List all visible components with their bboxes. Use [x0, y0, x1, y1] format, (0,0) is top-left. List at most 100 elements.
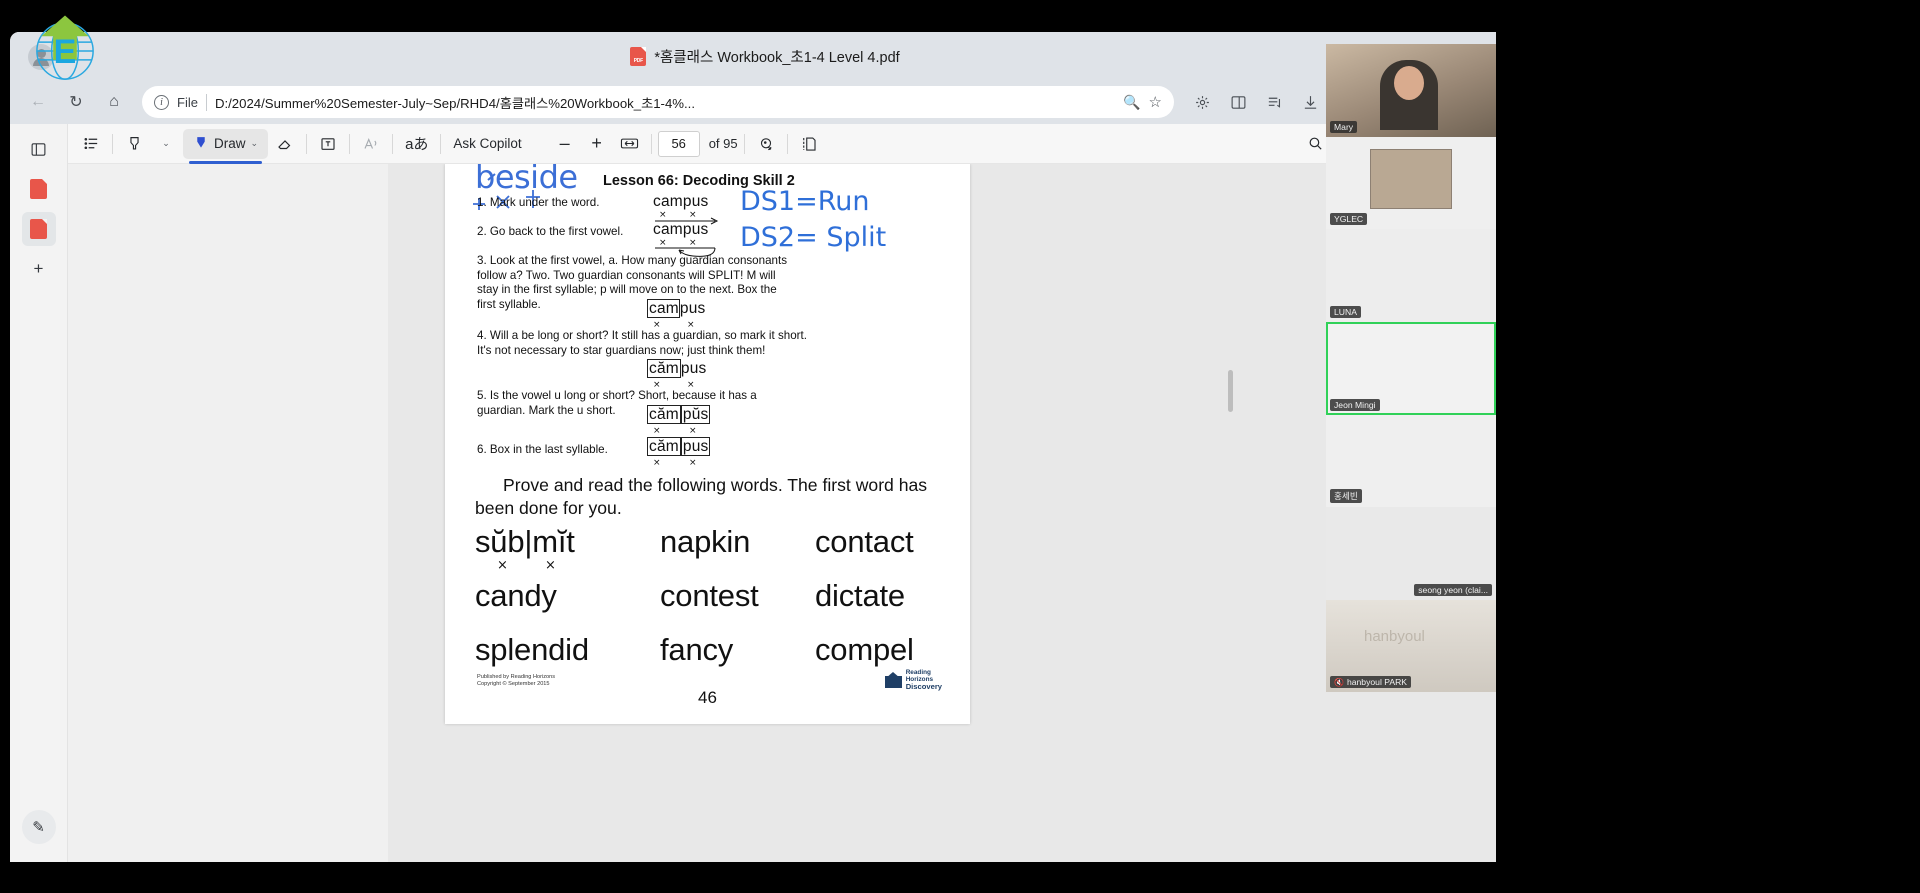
step-3-word-rest: pus	[679, 300, 706, 317]
pdf-thumb-icon-1	[30, 179, 47, 199]
video-tile-jeon-mingi[interactable]: Jeon Mingi	[1326, 322, 1496, 415]
zoom-icon[interactable]: 🔍	[1123, 94, 1140, 111]
step-3-num: 3.	[477, 254, 487, 267]
screen-root: *홈클래스 Workbook_초1-4 Level 4.pdf – ❐ ✕ ← …	[0, 0, 1920, 893]
zoom-out-button[interactable]: –	[550, 129, 580, 159]
eraser-icon[interactable]	[270, 129, 300, 159]
word-grid-row-3: splendid fancy compel	[475, 632, 945, 668]
word-cell-contact: contact	[815, 524, 914, 560]
word-cell-contest: contest	[660, 578, 815, 614]
pdf-file-icon	[630, 46, 647, 66]
browser-essentials-icon[interactable]	[1186, 86, 1218, 118]
toggle-sidebar-icon[interactable]	[22, 132, 56, 166]
toolbar-divider-6	[650, 133, 652, 154]
toolbar-divider-8	[786, 133, 788, 154]
annotation-ds1: DS1=Run	[740, 186, 870, 217]
word-cell-candy: candy	[475, 578, 660, 614]
step-4-word-first-syllable: căm	[647, 359, 681, 378]
video-label-luna: LUNA	[1330, 306, 1361, 318]
navigation-bar: ← ↻ ⌂ i File D:/2024/Summer%20Semester-J…	[10, 80, 1520, 124]
toolbar-divider-2	[306, 133, 308, 154]
toolbar-divider-4	[392, 133, 394, 154]
favorite-star-icon[interactable]: ☆	[1149, 93, 1162, 111]
video-label-seongyeon: seong yeon (clai...	[1414, 584, 1492, 596]
rotate-icon[interactable]	[751, 129, 781, 159]
omnibox-divider	[205, 93, 207, 111]
ask-copilot-button[interactable]: Ask Copilot	[447, 129, 527, 159]
video-tile-hanbyoul[interactable]: hanbyoul 🔇 hanbyoul PARK	[1326, 600, 1496, 692]
word-submit: sŭb|mĭt	[475, 524, 575, 559]
pdf-tab-2-icon[interactable]	[21, 212, 56, 246]
pane-resize-handle[interactable]	[1228, 370, 1233, 412]
pdf-page[interactable]: beside Lesson 66: Decoding Skill 2 DS1=R…	[445, 164, 970, 724]
home-icon[interactable]: ⌂	[98, 86, 130, 118]
word-cell-dictate: dictate	[815, 578, 905, 614]
info-icon[interactable]: i	[154, 94, 169, 110]
word-contact: contact	[815, 524, 914, 559]
video-tile-luna[interactable]: LUNA	[1326, 229, 1496, 322]
zoom-in-button[interactable]: +	[582, 129, 612, 159]
svg-text:×: ×	[689, 426, 697, 436]
read-aloud-icon[interactable]	[356, 129, 386, 159]
add-tab-icon[interactable]: +	[22, 252, 56, 286]
step-2-num: 2.	[477, 225, 487, 238]
step-4-num: 4.	[477, 329, 487, 342]
video-tile-seongyeon[interactable]: seong yeon (clai...	[1326, 507, 1496, 600]
word-splendid: splendid	[475, 632, 589, 667]
table-of-contents-icon[interactable]	[76, 129, 106, 159]
collections-icon[interactable]	[1258, 86, 1290, 118]
draw-caret-icon[interactable]: ⌄	[251, 138, 259, 149]
page-view-icon[interactable]	[794, 129, 824, 159]
refresh-icon[interactable]: ↻	[60, 86, 92, 118]
highlighter-icon[interactable]	[119, 129, 149, 159]
word-cell-splendid: splendid	[475, 632, 660, 668]
house-icon	[884, 672, 902, 688]
video-tile-yglec[interactable]: YGLEC	[1326, 137, 1496, 229]
video-tile-mary[interactable]: Mary	[1326, 44, 1496, 137]
step-5-word-group: căm pŭs × ×	[647, 404, 711, 436]
file-scheme-label: File	[177, 94, 198, 110]
text-box-icon[interactable]	[313, 129, 343, 159]
publisher-line-2: Copyright © September 2015	[477, 681, 550, 687]
step-1-num: 1.	[477, 196, 487, 209]
video-label-jeon-mingi: Jeon Mingi	[1330, 399, 1380, 411]
pdf-tab-1-icon[interactable]	[22, 172, 56, 206]
downloads-icon[interactable]	[1294, 86, 1326, 118]
pdf-main-column: ⌄ Draw ⌄ aあ Ask Copilot – + 56 of 95 bes…	[68, 124, 1520, 862]
url-text: D:/2024/Summer%20Semester-July~Sep/RHD4/…	[214, 95, 695, 111]
word-cell-submit: sŭb|mĭt × ×	[475, 524, 660, 573]
page-number-input[interactable]: 56	[657, 130, 700, 157]
svg-text:×: ×	[545, 558, 556, 573]
highlighter-caret-icon[interactable]: ⌄	[151, 129, 181, 159]
title-bar: *홈클래스 Workbook_초1-4 Level 4.pdf – ❐ ✕	[10, 32, 1520, 80]
draw-label: Draw	[214, 136, 246, 151]
page-number-label: 46	[698, 688, 717, 707]
video-tile-hongsebin[interactable]: 홍세빈	[1326, 415, 1496, 507]
step-2: 2. Go back to the first vowel.	[477, 225, 677, 240]
step-3-text: Look at the first vowel, a. How many gua…	[477, 254, 787, 311]
step-6-word-group: căm pus × ×	[647, 436, 711, 468]
draw-button[interactable]: Draw ⌄	[183, 128, 269, 164]
toolbar-divider-3	[349, 133, 351, 154]
desktop-bg-left	[0, 0, 10, 893]
fit-width-icon[interactable]	[614, 129, 645, 159]
address-bar[interactable]: i File D:/2024/Summer%20Semester-July~Se…	[142, 86, 1174, 118]
pdf-viewport[interactable]: beside Lesson 66: Decoding Skill 2 DS1=R…	[68, 164, 1520, 862]
prove-instruction-text: Prove and read the following words. The …	[475, 475, 928, 518]
video-label-mary: Mary	[1330, 121, 1358, 133]
word-grid-row-1: sŭb|mĭt × × napkin contact	[475, 524, 945, 573]
toolbar-divider-7	[743, 133, 745, 154]
video-label-hanbyoul: 🔇 hanbyoul PARK	[1330, 676, 1412, 688]
split-screen-icon[interactable]	[1222, 86, 1254, 118]
edit-pen-icon[interactable]: ✎	[21, 810, 56, 844]
step-5-text: Is the vowel u long or short? Short, bec…	[477, 389, 757, 417]
step-6-word-first-syllable: căm	[647, 437, 681, 456]
word-grid: sŭb|mĭt × × napkin contact candy contest…	[475, 524, 945, 668]
step-1: 1. Mark under the word.	[477, 196, 677, 211]
back-button[interactable]: ←	[22, 86, 54, 118]
translate-icon[interactable]: aあ	[399, 129, 434, 159]
mic-muted-icon: 🔇	[1334, 677, 1344, 687]
svg-text:×: ×	[659, 238, 667, 248]
browser-tab[interactable]: *홈클래스 Workbook_초1-4 Level 4.pdf	[10, 32, 1520, 80]
step-5-num: 5.	[477, 389, 487, 402]
